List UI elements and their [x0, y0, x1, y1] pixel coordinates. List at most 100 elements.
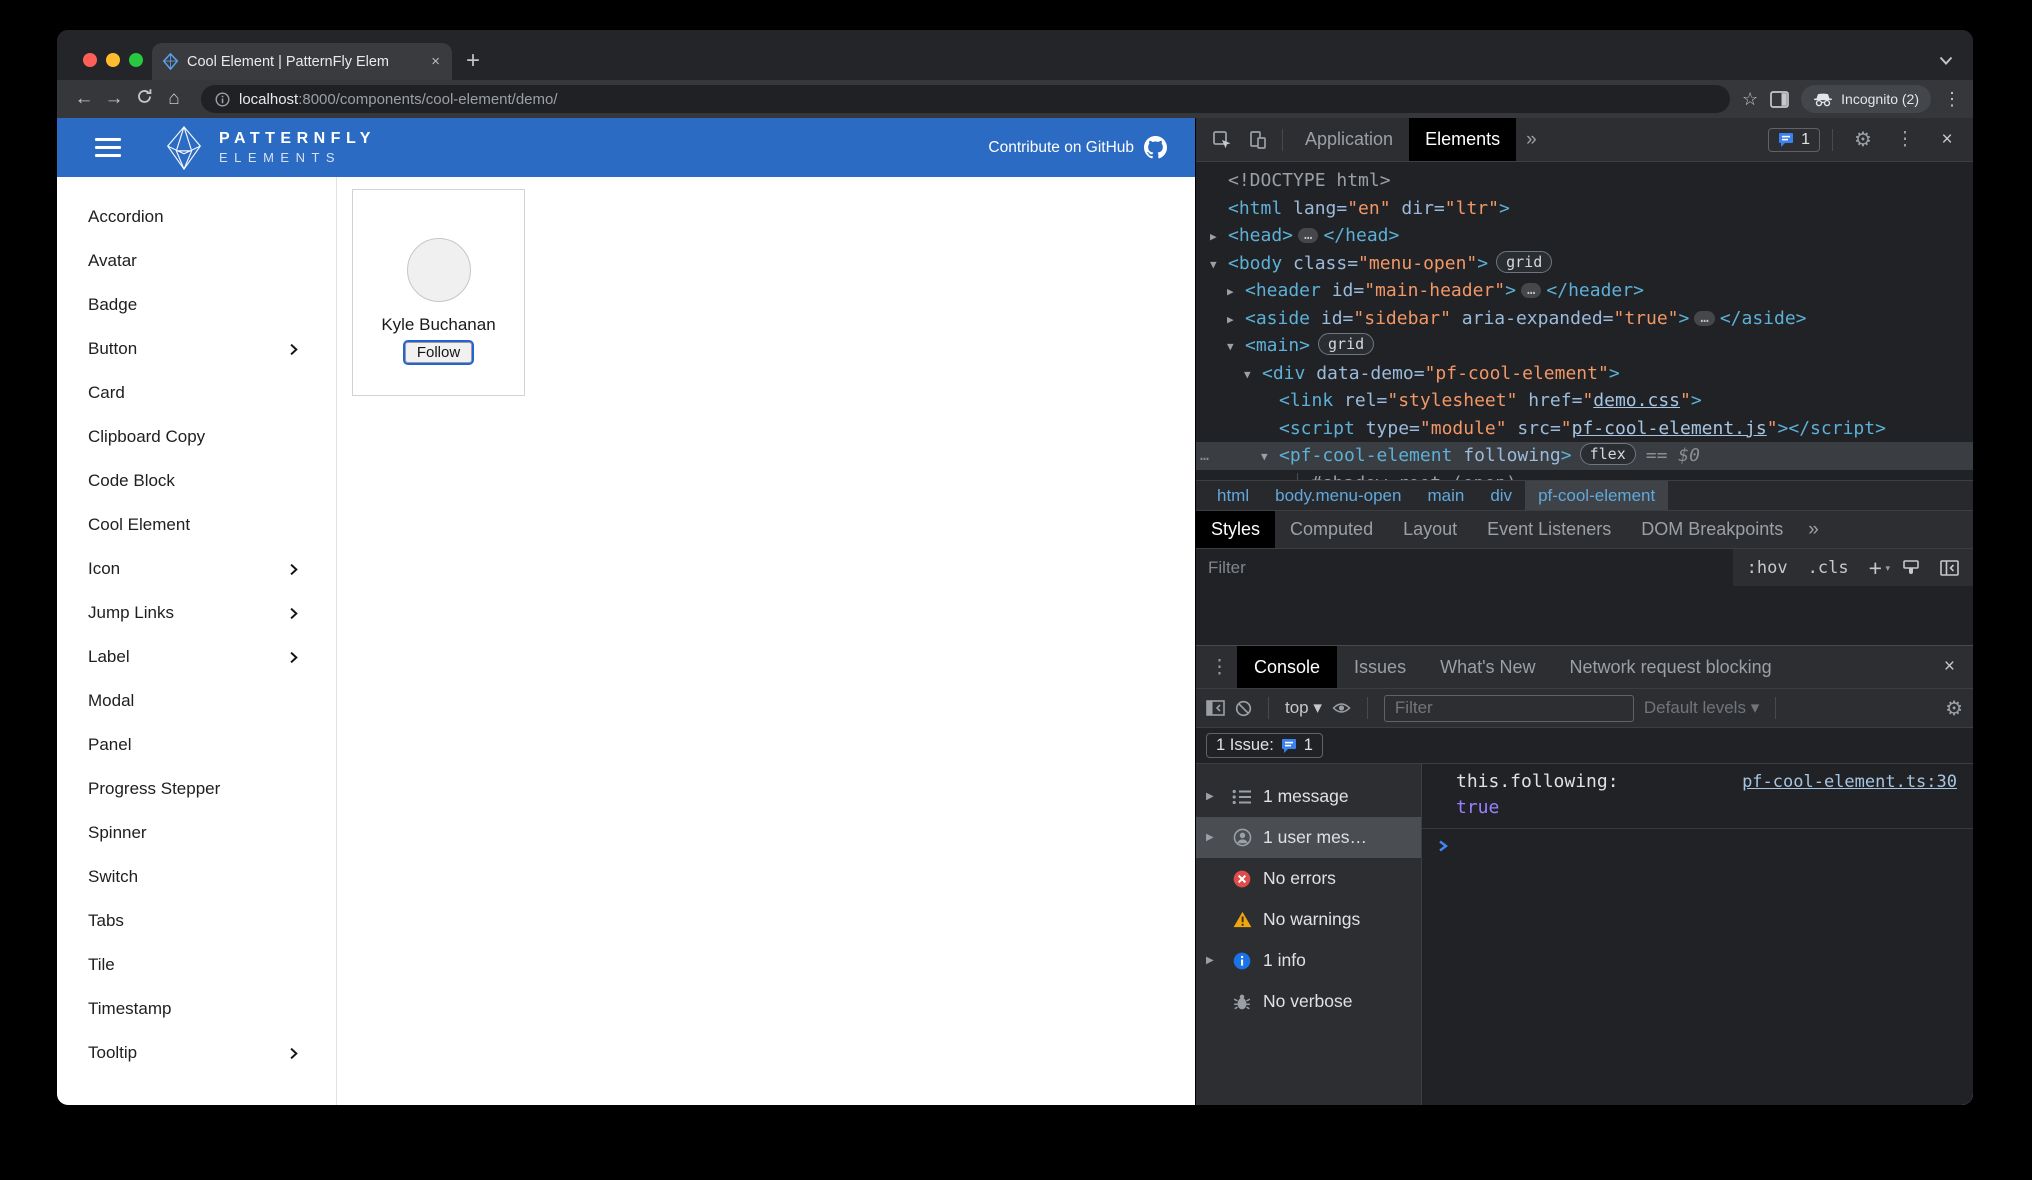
devtools-close-icon[interactable]: × — [1929, 129, 1965, 151]
incognito-badge[interactable]: Incognito (2) — [1801, 85, 1931, 113]
styles-tab-layout[interactable]: Layout — [1388, 511, 1472, 548]
sidebar-item-avatar[interactable]: Avatar — [57, 239, 336, 283]
new-style-rule-button[interactable]: + ▾ — [1869, 556, 1890, 579]
elements-tree-row[interactable]: ▶ <header id="main-header">… </header> — [1196, 277, 1973, 305]
sidebar-item-clipboard-copy[interactable]: Clipboard Copy — [57, 415, 336, 459]
devtools-tab-elements[interactable]: Elements — [1409, 118, 1517, 161]
bookmark-star-icon[interactable]: ☆ — [1742, 89, 1758, 110]
drawer-tab-issues[interactable]: Issues — [1337, 646, 1423, 688]
side-panel-icon[interactable] — [1770, 90, 1790, 108]
layout-badge-grid[interactable]: grid — [1496, 250, 1553, 273]
elements-tree-row[interactable]: <link rel="stylesheet" href="demo.css"> — [1196, 387, 1973, 415]
sidebar-item-badge[interactable]: Badge — [57, 283, 336, 327]
sidebar-item-tile[interactable]: Tile — [57, 943, 336, 987]
breadcrumb-body-menu-open[interactable]: body.menu-open — [1262, 481, 1414, 510]
device-toolbar-icon[interactable] — [1240, 118, 1276, 161]
console-log-entry[interactable]: this.following: true pf-cool-element.ts:3… — [1422, 764, 1973, 829]
elements-tree-row[interactable]: ▶ <aside id="sidebar" aria-expanded="true… — [1196, 305, 1973, 333]
layout-badge-grid[interactable]: grid — [1318, 333, 1375, 355]
tab-close-icon[interactable]: × — [429, 53, 442, 70]
close-window-button[interactable] — [83, 53, 97, 67]
ellipsis-button[interactable]: … — [1298, 228, 1319, 243]
sidebar-item-panel[interactable]: Panel — [57, 723, 336, 767]
sidebar-item-jump-links[interactable]: Jump Links — [57, 591, 336, 635]
console-filter-input[interactable] — [1383, 694, 1634, 722]
toggle-hover-state-button[interactable]: :hov — [1747, 558, 1788, 578]
ellipsis-button[interactable]: … — [1694, 310, 1715, 326]
styles-tab-computed[interactable]: Computed — [1275, 511, 1388, 548]
settings-gear-icon[interactable]: ⚙ — [1845, 127, 1881, 152]
home-button[interactable]: ⌂ — [159, 88, 189, 110]
console-filter-no-warnings[interactable]: No warnings — [1196, 899, 1421, 940]
source-location-link[interactable]: pf-cool-element.ts:30 — [1742, 769, 1957, 821]
drawer-tab-network-request-blocking[interactable]: Network request blocking — [1553, 646, 1789, 688]
new-tab-button[interactable]: + — [466, 49, 480, 73]
elements-tree-row[interactable]: ▼ <div data-demo="pf-cool-element"> — [1196, 360, 1973, 388]
elements-tree-row[interactable]: ▼ <main> grid — [1196, 332, 1973, 360]
sidebar-item-cool-element[interactable]: Cool Element — [57, 503, 336, 547]
sidebar-item-accordion[interactable]: Accordion — [57, 195, 336, 239]
browser-menu-icon[interactable]: ⋮ — [1943, 89, 1961, 110]
sidebar-item-tabs[interactable]: Tabs — [57, 899, 336, 943]
sidebar-item-label[interactable]: Label — [57, 635, 336, 679]
issue-bar-counter[interactable]: 1 Issue: 1 — [1206, 733, 1323, 758]
site-info-icon[interactable] — [215, 92, 230, 107]
maximize-window-button[interactable] — [129, 53, 143, 67]
sidebar-item-button[interactable]: Button — [57, 327, 336, 371]
back-button[interactable]: ← — [69, 88, 99, 110]
log-levels-dropdown[interactable]: Default levels ▾ — [1644, 698, 1759, 718]
execution-context-selector[interactable]: top ▾ — [1285, 698, 1322, 718]
forward-button[interactable]: → — [99, 88, 129, 110]
sidebar-item-tooltip[interactable]: Tooltip — [57, 1031, 336, 1075]
disclosure-down-icon[interactable]: ▼ — [1261, 443, 1279, 471]
drawer-tab-console[interactable]: Console — [1237, 646, 1338, 688]
ellipsis-button[interactable]: … — [1520, 283, 1542, 298]
sidebar-item-modal[interactable]: Modal — [57, 679, 336, 723]
console-filter-no-verbose[interactable]: No verbose — [1196, 981, 1421, 1022]
sidebar-item-card[interactable]: Card — [57, 371, 336, 415]
follow-button[interactable]: Follow — [402, 340, 475, 365]
browser-tab[interactable]: Cool Element | PatternFly Elem × — [152, 43, 452, 80]
devtools-menu-icon[interactable]: ⋮ — [1887, 128, 1923, 151]
drawer-close-icon[interactable]: × — [1944, 646, 1967, 688]
tab-search-icon[interactable] — [1939, 56, 1953, 66]
styles-tab-dom-breakpoints[interactable]: DOM Breakpoints — [1626, 511, 1798, 548]
resource-link[interactable]: pf-cool-element.js — [1572, 418, 1767, 439]
disclosure-right-icon[interactable]: ▶ — [1210, 223, 1228, 251]
toggle-class-button[interactable]: .cls — [1808, 558, 1849, 578]
disclosure-down-icon[interactable]: ▼ — [1244, 361, 1262, 389]
sidebar-item-timestamp[interactable]: Timestamp — [57, 987, 336, 1031]
sidebar-item-progress-stepper[interactable]: Progress Stepper — [57, 767, 336, 811]
issues-counter[interactable]: 1 — [1768, 127, 1820, 152]
sidebar-item-switch[interactable]: Switch — [57, 855, 336, 899]
hamburger-menu-icon[interactable] — [95, 138, 121, 157]
console-sidebar-toggle-icon[interactable] — [1206, 700, 1225, 716]
more-tabs-icon[interactable]: » — [1516, 129, 1547, 151]
sidebar-item-code-block[interactable]: Code Block — [57, 459, 336, 503]
elements-tree-row[interactable]: … ▼ <pf-cool-element following> flex == $0 — [1196, 442, 1973, 470]
console-filter-1-info[interactable]: ▶ 1 info — [1196, 940, 1421, 981]
sidebar-item-icon[interactable]: Icon — [57, 547, 336, 591]
address-bar[interactable]: localhost:8000/components/cool-element/d… — [201, 85, 1731, 113]
clear-console-icon[interactable] — [1235, 700, 1252, 717]
rendering-brush-icon[interactable] — [1902, 559, 1920, 576]
layout-badge-flex[interactable]: flex — [1579, 443, 1636, 465]
disclosure-right-icon[interactable]: ▶ — [1227, 278, 1245, 306]
console-settings-icon[interactable]: ⚙ — [1945, 696, 1963, 721]
breadcrumb-html[interactable]: html — [1204, 481, 1262, 510]
styles-filter-input[interactable]: Filter — [1196, 549, 1733, 586]
console-filter-1-user-mes[interactable]: ▶ 1 user mes… — [1196, 817, 1421, 858]
live-expression-eye-icon[interactable] — [1332, 701, 1351, 715]
elements-tree-row[interactable]: ▼ <body class="menu-open"> grid — [1196, 250, 1973, 278]
sidebar-item-spinner[interactable]: Spinner — [57, 811, 336, 855]
breadcrumb-main[interactable]: main — [1414, 481, 1477, 510]
console-filter-1-message[interactable]: ▶ 1 message — [1196, 776, 1421, 817]
elements-tree-row[interactable]: <script type="module" src="pf-cool-eleme… — [1196, 415, 1973, 443]
elements-tree-row[interactable]: <html lang="en" dir="ltr"> — [1196, 195, 1973, 223]
disclosure-right-icon[interactable]: ▶ — [1278, 471, 1296, 481]
patternfly-logo-icon[interactable] — [163, 125, 205, 171]
resource-link[interactable]: demo.css — [1593, 390, 1680, 411]
devtools-tab-application[interactable]: Application — [1289, 118, 1409, 161]
disclosure-down-icon[interactable]: ▼ — [1227, 333, 1245, 361]
console-filter-no-errors[interactable]: No errors — [1196, 858, 1421, 899]
